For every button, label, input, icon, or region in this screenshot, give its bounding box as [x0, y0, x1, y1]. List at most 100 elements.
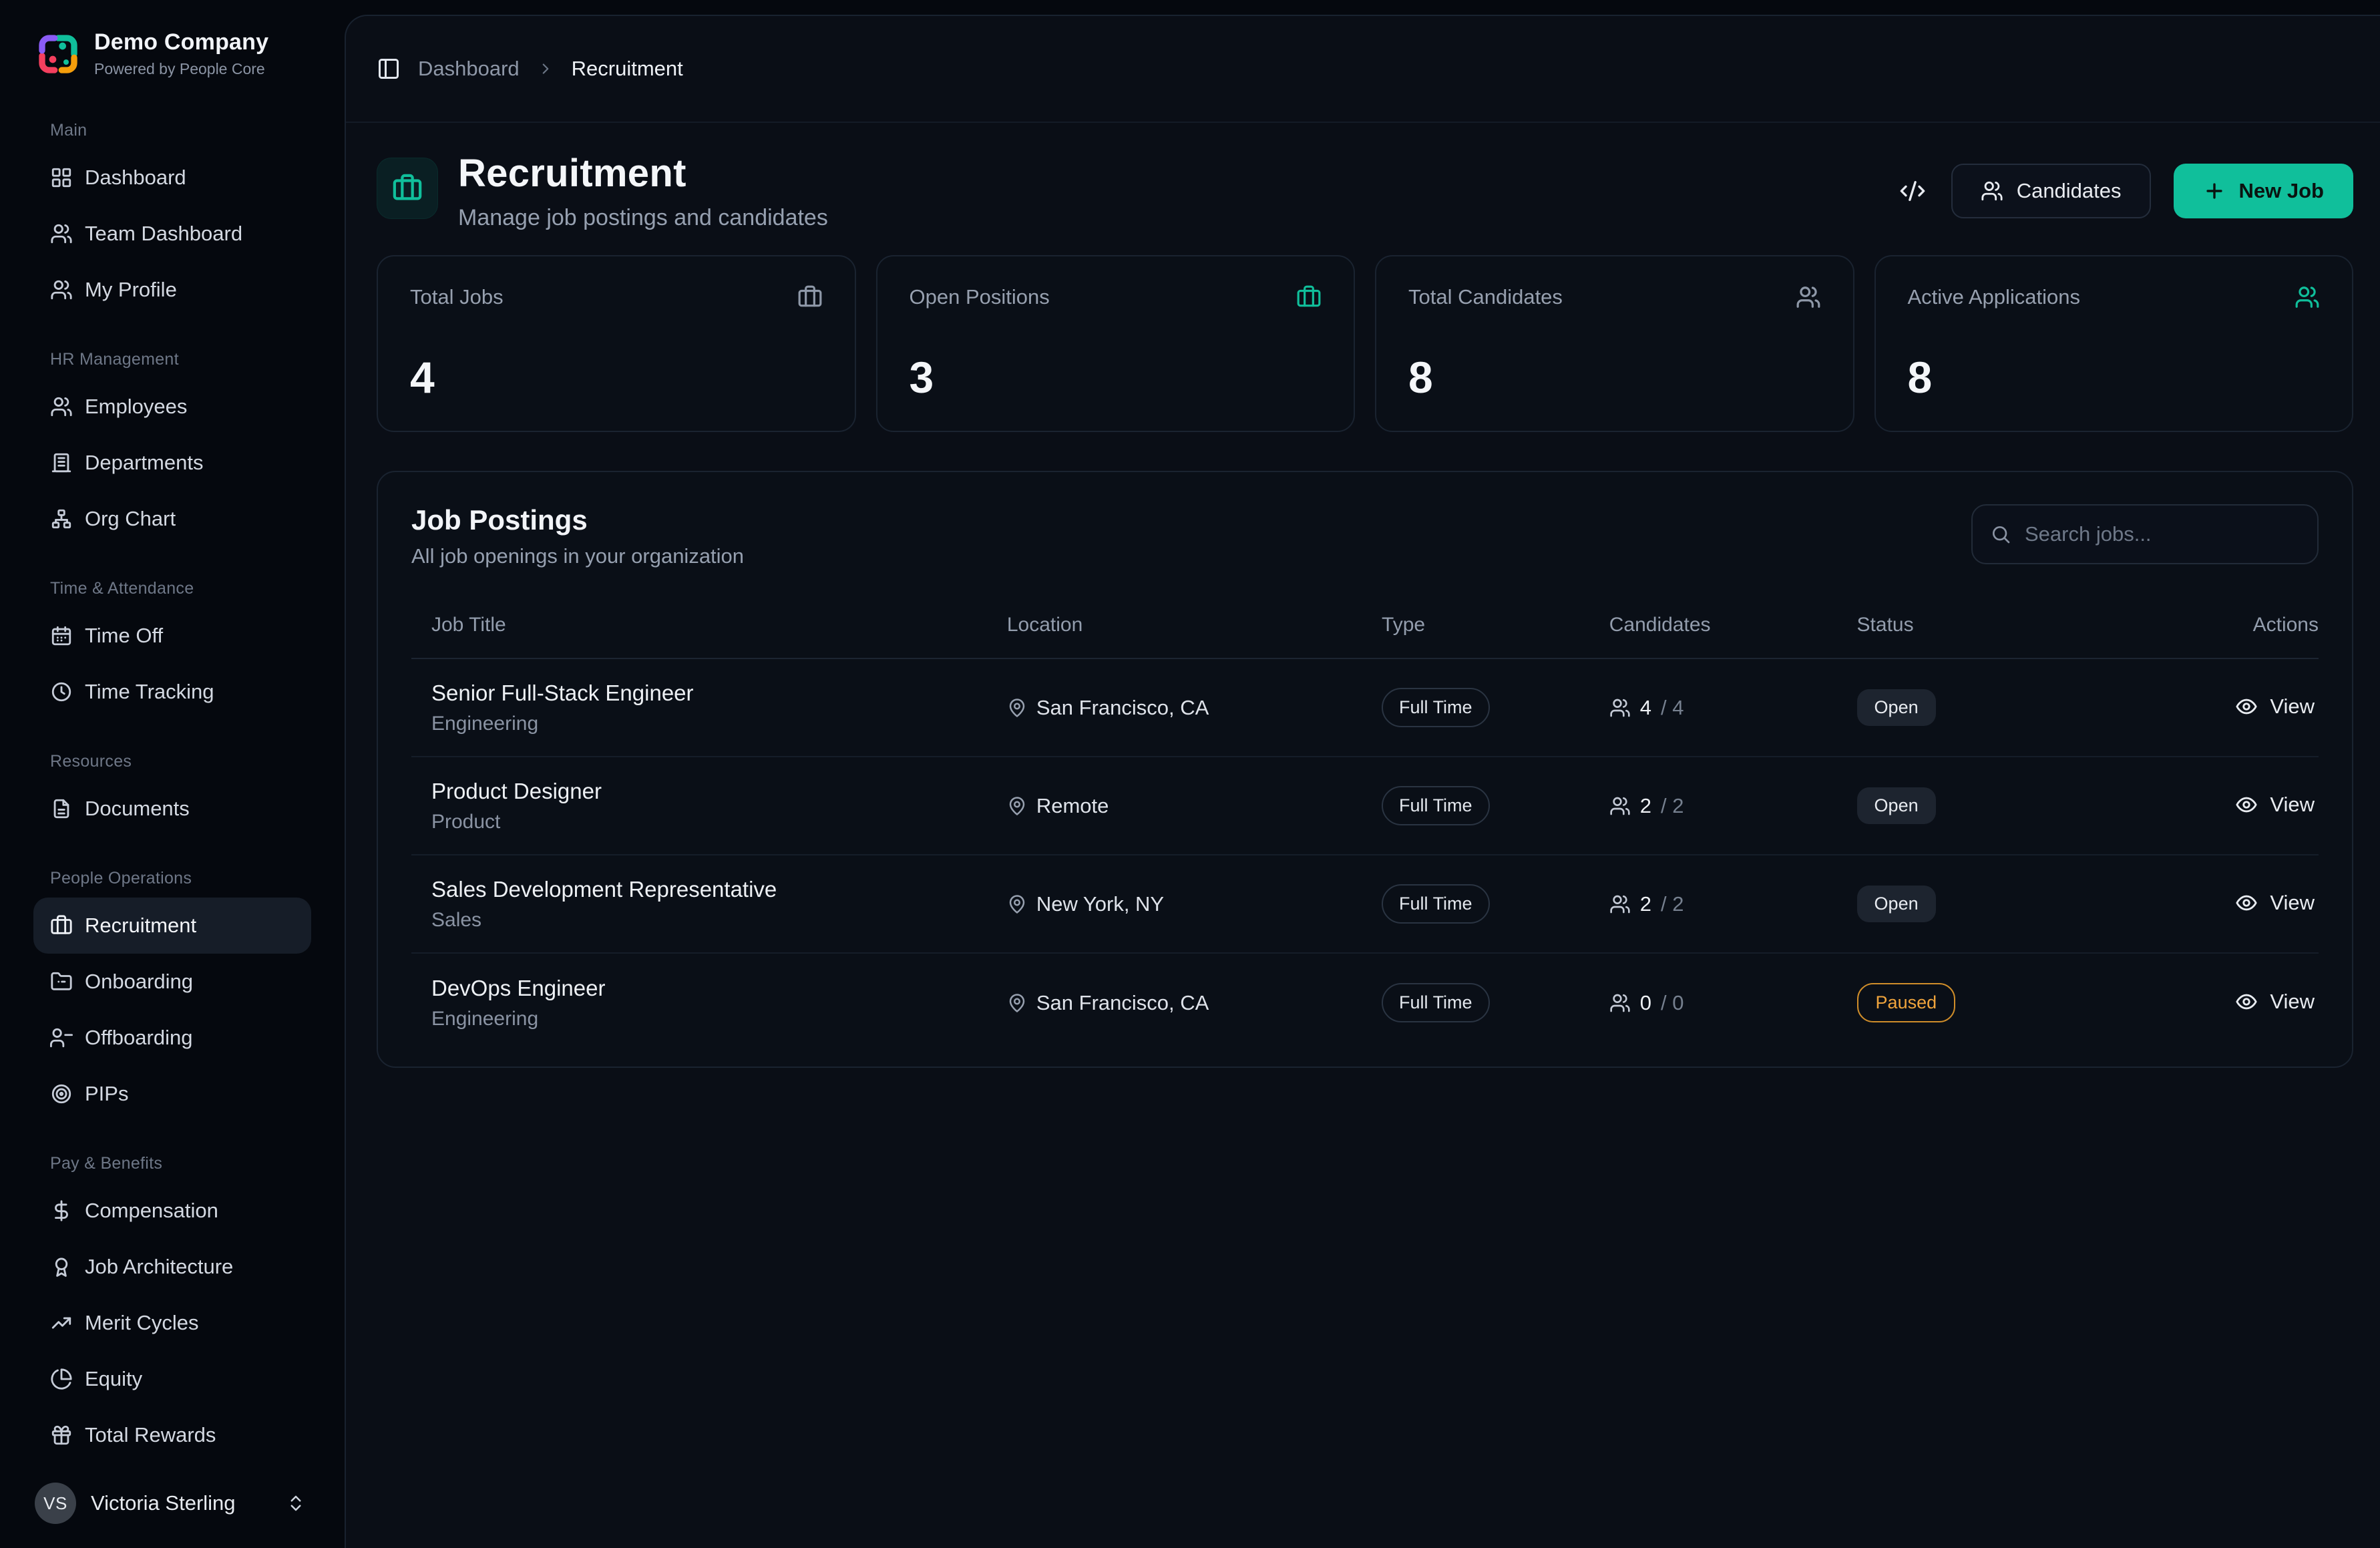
page-header: Recruitment Manage job postings and cand… — [377, 151, 2353, 231]
sidebar-item-org-chart[interactable]: Org Chart — [33, 491, 311, 547]
breadcrumb-parent[interactable]: Dashboard — [418, 57, 520, 81]
job-location: Remote — [1007, 794, 1382, 818]
briefcase-icon — [392, 173, 423, 204]
job-department: Product — [431, 811, 1007, 833]
view-button[interactable]: View — [2235, 793, 2319, 817]
sidebar-item-label: Offboarding — [85, 1026, 192, 1050]
user-menu-trigger[interactable]: VS Victoria Sterling — [33, 1476, 311, 1524]
new-job-button-label: New Job — [2239, 179, 2324, 203]
section-label: Pay & Benefits — [33, 1154, 311, 1173]
new-job-button[interactable]: New Job — [2174, 164, 2353, 218]
sidebar-item-my-profile[interactable]: My Profile — [33, 262, 311, 318]
sidebar-item-label: Org Chart — [85, 507, 176, 531]
job-location: San Francisco, CA — [1007, 991, 1382, 1015]
status-badge: Paused — [1857, 983, 1956, 1022]
eye-icon — [2235, 990, 2258, 1013]
candidates-button-label: Candidates — [2017, 179, 2122, 203]
sidebar-item-compensation[interactable]: Compensation — [33, 1183, 311, 1239]
sidebar-item-team-dashboard[interactable]: Team Dashboard — [33, 206, 311, 262]
sidebar-item-pips[interactable]: PIPs — [33, 1066, 311, 1122]
stat-card-total-candidates: Total Candidates 8 — [1375, 255, 1854, 432]
sidebar-item-label: Recruitment — [85, 914, 196, 938]
job-department: Sales — [431, 909, 1007, 932]
sidebar-item-label: Compensation — [85, 1199, 218, 1223]
company-header: Demo Company Powered by People Core — [33, 29, 311, 78]
sidebar-item-time-tracking[interactable]: Time Tracking — [33, 664, 311, 720]
job-department: Engineering — [431, 713, 1007, 735]
view-button[interactable]: View — [2235, 695, 2319, 719]
column-header: Status — [1857, 614, 2118, 636]
sidebar-item-departments[interactable]: Departments — [33, 435, 311, 491]
sidebar-item-dashboard[interactable]: Dashboard — [33, 150, 311, 206]
stat-value: 4 — [410, 352, 823, 403]
sidebar-item-label: Merit Cycles — [85, 1311, 199, 1335]
stat-value: 8 — [1908, 352, 2321, 403]
sidebar-section-pay-benefits: Pay & Benefits Compensation Job Architec… — [33, 1154, 311, 1463]
view-button[interactable]: View — [2235, 990, 2319, 1014]
sidebar-section-main: Main Dashboard Team Dashboard My Profile — [33, 121, 311, 318]
column-header: Candidates — [1609, 614, 1857, 636]
page-title: Recruitment — [458, 151, 828, 196]
sidebar-item-job-architecture[interactable]: Job Architecture — [33, 1239, 311, 1295]
section-label: Time & Attendance — [33, 579, 311, 598]
job-candidates: 0 / 0 — [1609, 991, 1857, 1015]
sidebar-item-label: Time Off — [85, 624, 163, 648]
view-button[interactable]: View — [2235, 891, 2319, 915]
code-button[interactable] — [1899, 176, 1929, 206]
job-type-badge: Full Time — [1382, 983, 1490, 1022]
briefcase-icon — [50, 914, 73, 937]
users-icon — [1609, 697, 1631, 719]
sidebar-item-total-rewards[interactable]: Total Rewards — [33, 1407, 311, 1463]
map-pin-icon — [1007, 894, 1027, 914]
candidates-button[interactable]: Candidates — [1951, 164, 2151, 218]
dashboard-grid-icon — [50, 166, 73, 189]
job-title: Senior Full-Stack Engineer — [431, 681, 1007, 706]
sidebar-toggle-icon[interactable] — [377, 57, 401, 81]
clock-icon — [50, 681, 73, 703]
sidebar-item-documents[interactable]: Documents — [33, 781, 311, 837]
breadcrumb-bar: Dashboard Recruitment — [346, 16, 2380, 123]
sidebar-section-resources: Resources Documents — [33, 752, 311, 837]
eye-icon — [2235, 892, 2258, 914]
status-badge: Open — [1857, 787, 1936, 824]
job-location: San Francisco, CA — [1007, 696, 1382, 720]
sidebar-item-equity[interactable]: Equity — [33, 1351, 311, 1407]
search-input[interactable] — [1971, 504, 2319, 564]
stat-label: Total Candidates — [1408, 285, 1563, 309]
sidebar-item-label: My Profile — [85, 278, 177, 302]
users-icon — [50, 395, 73, 418]
job-postings-table: Job Title Location Type Candidates Statu… — [411, 592, 2319, 1052]
sidebar-item-merit-cycles[interactable]: Merit Cycles — [33, 1295, 311, 1351]
page-icon-tile — [377, 158, 438, 219]
job-title: Product Designer — [431, 779, 1007, 804]
sidebar-item-offboarding[interactable]: Offboarding — [33, 1010, 311, 1066]
eye-icon — [2235, 695, 2258, 718]
status-badge: Open — [1857, 689, 1936, 726]
map-pin-icon — [1007, 993, 1027, 1013]
section-label: Main — [33, 121, 311, 140]
document-icon — [50, 797, 73, 820]
company-tagline: Powered by People Core — [94, 60, 268, 78]
sidebar-item-label: Dashboard — [85, 166, 186, 190]
chevrons-up-down-icon — [286, 1493, 306, 1513]
sidebar-item-label: Onboarding — [85, 970, 193, 994]
users-icon — [2295, 284, 2320, 310]
avatar: VS — [35, 1483, 76, 1524]
table-row: Senior Full-Stack Engineer Engineering S… — [411, 659, 2319, 757]
sidebar-item-time-off[interactable]: Time Off — [33, 608, 311, 664]
chevron-right-icon — [537, 60, 554, 77]
sidebar-item-employees[interactable]: Employees — [33, 379, 311, 435]
job-department: Engineering — [431, 1008, 1007, 1030]
job-location: New York, NY — [1007, 892, 1382, 916]
page-subtitle: Manage job postings and candidates — [458, 205, 828, 231]
sidebar-item-label: Documents — [85, 797, 190, 821]
users-icon — [1609, 894, 1631, 915]
stat-card-total-jobs: Total Jobs 4 — [377, 255, 856, 432]
stat-cards: Total Jobs 4 Open Positions 3 Total Cand… — [377, 255, 2353, 432]
folder-icon — [50, 970, 73, 993]
sidebar-item-recruitment[interactable]: Recruitment — [33, 898, 311, 954]
job-type-badge: Full Time — [1382, 688, 1490, 727]
sidebar-item-onboarding[interactable]: Onboarding — [33, 954, 311, 1010]
stat-card-open-positions: Open Positions 3 — [876, 255, 1356, 432]
panel-title: Job Postings — [411, 504, 744, 536]
